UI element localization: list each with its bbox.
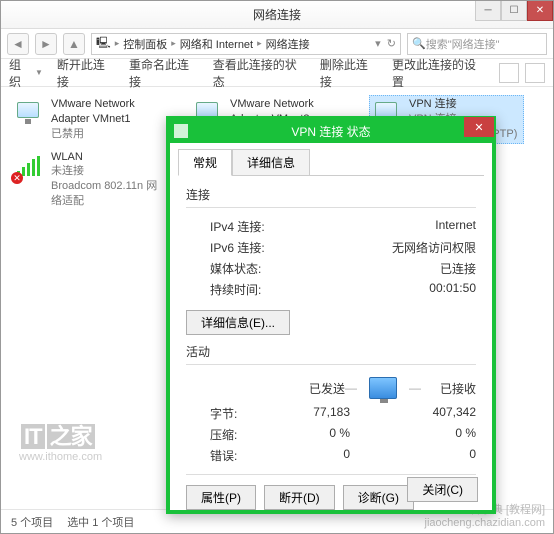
toolbar-rename[interactable]: 重命名此连接: [129, 56, 199, 90]
status-item-count: 5 个项目: [11, 514, 53, 530]
breadcrumb-icon: 🖳: [96, 34, 111, 53]
disconnected-badge-icon: ✕: [11, 172, 23, 184]
breadcrumb[interactable]: 🖳 ▸ 控制面板 ▸ 网络和 Internet ▸ 网络连接 ▾ ↻: [91, 33, 401, 55]
help-icon[interactable]: [525, 63, 545, 83]
activity-header: 已发送 — — 已接收: [186, 373, 476, 403]
dialog-close-button[interactable]: ✕: [464, 117, 494, 137]
nav-forward-button[interactable]: ►: [35, 33, 57, 55]
toolbar-organize[interactable]: 组织▼: [9, 56, 43, 90]
window-controls: ─ ☐ ✕: [475, 1, 553, 21]
toolbar-view-options: [499, 63, 545, 83]
row-media-state: 媒体状态:已连接: [186, 258, 476, 279]
details-button[interactable]: 详细信息(E)...: [186, 310, 290, 335]
navigation-bar: ◄ ► ▲ 🖳 ▸ 控制面板 ▸ 网络和 Internet ▸ 网络连接 ▾ ↻…: [1, 29, 553, 59]
received-label: 已接收: [421, 380, 476, 397]
view-icon[interactable]: [499, 63, 519, 83]
dialog-tabs: 常规 详细信息: [170, 143, 492, 176]
breadcrumb-dropdown[interactable]: ▾ ↻: [375, 37, 396, 50]
item-status: 未连接: [51, 164, 164, 179]
close-button[interactable]: ✕: [527, 1, 553, 21]
item-detail: Broadcom 802.11n 网络适配: [51, 179, 164, 209]
breadcrumb-item[interactable]: 网络和 Internet: [180, 36, 253, 52]
connection-item-wlan[interactable]: ✕ WLAN 未连接 Broadcom 802.11n 网络适配: [11, 148, 166, 211]
item-name: WLAN: [51, 150, 164, 165]
item-name: VMware Network Adapter VMnet1: [51, 97, 164, 127]
computer-icon: [369, 377, 397, 399]
toolbar-delete[interactable]: 删除此连接: [320, 56, 378, 90]
row-duration: 持续时间:00:01:50: [186, 279, 476, 300]
section-activity-label: 活动: [186, 343, 476, 360]
maximize-button[interactable]: ☐: [501, 1, 527, 21]
toolbar-change-settings[interactable]: 更改此连接的设置: [392, 56, 485, 90]
minimize-button[interactable]: ─: [475, 1, 501, 21]
row-bytes: 字节:77,183407,342: [186, 403, 476, 424]
item-status: 已禁用: [51, 127, 164, 142]
network-adapter-icon: [13, 97, 45, 129]
chevron-right-icon: ▸: [171, 38, 176, 49]
search-icon: 🔍: [412, 37, 426, 50]
dialog-icon: [174, 124, 188, 138]
toolbar-disconnect[interactable]: 断开此连接: [57, 56, 115, 90]
watermark-logo: IT之家 www.ithome.com: [19, 419, 102, 463]
window-titlebar: 网络连接 ─ ☐ ✕: [1, 1, 553, 29]
tab-general[interactable]: 常规: [178, 149, 232, 176]
search-input[interactable]: 🔍 搜索"网络连接": [407, 33, 547, 55]
tab-details[interactable]: 详细信息: [232, 149, 310, 176]
section-connection-label: 连接: [186, 186, 476, 203]
window-title: 网络连接: [253, 6, 301, 23]
row-ipv6: IPv6 连接:无网络访问权限: [186, 237, 476, 258]
disconnect-button[interactable]: 断开(D): [264, 485, 335, 510]
command-toolbar: 组织▼ 断开此连接 重命名此连接 查看此连接的状态 删除此连接 更改此连接的设置: [1, 59, 553, 87]
row-ipv4: IPv4 连接:Internet: [186, 216, 476, 237]
toolbar-view-status[interactable]: 查看此连接的状态: [213, 56, 306, 90]
wifi-icon: ✕: [13, 150, 45, 182]
status-selection-count: 选中 1 个项目: [67, 514, 134, 530]
nav-back-button[interactable]: ◄: [7, 33, 29, 55]
search-placeholder: 搜索"网络连接": [426, 36, 500, 52]
row-errors: 错误:00: [186, 445, 476, 466]
diagnose-button[interactable]: 诊断(G): [343, 485, 414, 510]
nav-up-button[interactable]: ▲: [63, 33, 85, 55]
chevron-right-icon: ▸: [115, 38, 120, 49]
row-compression: 压缩:0 %0 %: [186, 424, 476, 445]
dialog-titlebar: VPN 连接 状态 ✕: [170, 119, 492, 143]
dialog-body: 连接 IPv4 连接:Internet IPv6 连接:无网络访问权限 媒体状态…: [170, 176, 492, 518]
chevron-right-icon: ▸: [257, 38, 262, 49]
breadcrumb-item[interactable]: 控制面板: [123, 36, 167, 52]
vpn-status-dialog: VPN 连接 状态 ✕ 常规 详细信息 连接 IPv4 连接:Internet …: [166, 116, 496, 514]
sent-label: 已发送: [210, 380, 345, 397]
item-name: VPN 连接: [409, 97, 517, 112]
close-dialog-button[interactable]: 关闭(C): [407, 477, 478, 502]
properties-button[interactable]: 属性(P): [186, 485, 256, 510]
breadcrumb-item[interactable]: 网络连接: [266, 36, 310, 52]
connection-item-vmnet1[interactable]: VMware Network Adapter VMnet1 已禁用: [11, 95, 166, 144]
dialog-title: VPN 连接 状态: [291, 123, 370, 140]
